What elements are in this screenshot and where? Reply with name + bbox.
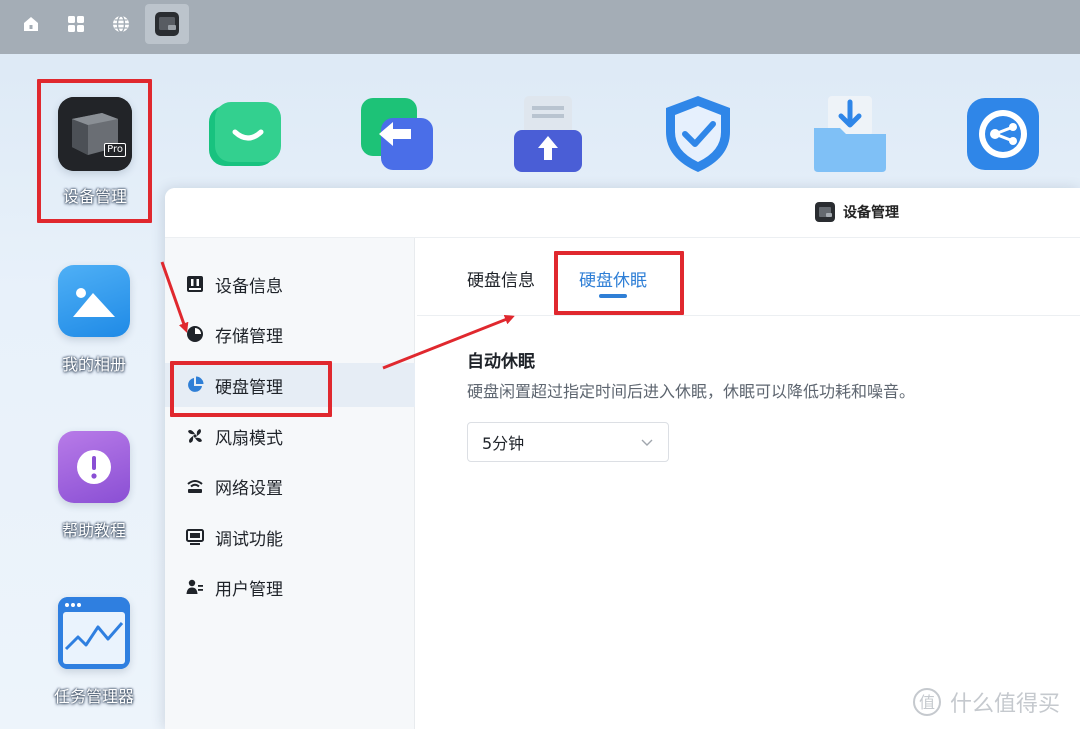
desktop-icon-label: 任务管理器 xyxy=(53,687,134,706)
taskbar xyxy=(0,0,1080,54)
sidebar-item-label: 调试功能 xyxy=(215,529,283,550)
desktop-icon-photo-album[interactable]: 我的相册 xyxy=(39,265,149,375)
users-icon xyxy=(185,577,205,597)
sidebar-item-label: 设备信息 xyxy=(215,276,283,297)
line-chart-icon xyxy=(58,597,130,669)
chat-app-tile[interactable] xyxy=(205,94,285,174)
window-title: 设备管理 xyxy=(843,205,899,221)
device-manager-icon xyxy=(155,12,179,36)
globe-icon xyxy=(113,15,129,33)
grid-icon xyxy=(68,16,84,32)
chat-smile-icon xyxy=(209,102,281,166)
home-icon xyxy=(24,17,38,31)
sidebar-item-network[interactable]: 网络设置 xyxy=(165,464,415,508)
fan-icon xyxy=(185,426,205,446)
link-share-icon xyxy=(967,98,1039,170)
sidebar-item-fan[interactable]: 风扇模式 xyxy=(165,414,415,458)
sidebar-item-label: 用户管理 xyxy=(215,579,283,600)
help-tile xyxy=(58,431,130,503)
home-taskbar-button[interactable] xyxy=(9,4,53,44)
desktop-icon-label: 帮助教程 xyxy=(61,521,126,540)
link-app-tile[interactable] xyxy=(963,94,1043,174)
upload-app-tile[interactable] xyxy=(508,94,588,174)
sidebar-item-debug[interactable]: 调试功能 xyxy=(165,515,415,559)
apps-taskbar-button[interactable] xyxy=(54,4,98,44)
watermark-logo-icon: 值 xyxy=(913,688,941,716)
desktop-icon-label: 我的相册 xyxy=(61,355,126,374)
chevron-down-icon xyxy=(641,439,653,446)
highlight-device-manager-icon xyxy=(37,79,152,223)
device-info-icon xyxy=(185,274,205,294)
window-title-group: 设备管理 xyxy=(815,202,899,222)
main-content: 硬盘信息 硬盘休眠 自动休眠 硬盘闲置超过指定时间后进入休眠，休眠可以降低功耗和… xyxy=(417,238,1080,729)
tab-bar: 硬盘信息 硬盘休眠 xyxy=(417,238,1080,316)
auto-sleep-description: 硬盘闲置超过指定时间后进入休眠，休眠可以降低功耗和噪音。 xyxy=(467,382,916,401)
monitor-icon xyxy=(185,527,205,547)
desktop-icon-task-manager[interactable]: 任务管理器 xyxy=(39,597,149,707)
transfer-app-tile[interactable] xyxy=(355,94,435,174)
highlight-disk-management xyxy=(170,361,332,417)
desktop-icon-help[interactable]: 帮助教程 xyxy=(39,431,149,541)
device-manager-taskbar-button[interactable] xyxy=(145,4,189,44)
svg-text:值: 值 xyxy=(919,693,935,712)
window-titlebar[interactable]: 设备管理 xyxy=(165,188,1080,238)
sleep-time-select[interactable]: 5分钟 xyxy=(467,422,669,462)
back-transfer-icon xyxy=(361,98,433,170)
sidebar: 设备信息 存储管理 硬盘管理 风扇模式 网络设置 调试功能 用户管理 xyxy=(165,238,415,729)
download-folder-icon xyxy=(814,96,886,172)
watermark: 值 什么值得买 xyxy=(912,686,1060,718)
security-app-tile[interactable] xyxy=(658,94,738,174)
alert-circle-icon xyxy=(77,450,111,484)
network-taskbar-button[interactable] xyxy=(99,4,143,44)
task-manager-tile xyxy=(58,597,130,669)
sleep-time-value: 5分钟 xyxy=(482,434,525,453)
highlight-disk-sleep-tab xyxy=(554,251,684,315)
photo-album-tile xyxy=(58,265,130,337)
sidebar-item-label: 存储管理 xyxy=(215,326,283,347)
sidebar-item-label: 网络设置 xyxy=(215,478,283,499)
mountain-photo-icon xyxy=(73,288,115,317)
router-icon xyxy=(185,476,205,496)
upload-tray-icon xyxy=(514,96,582,172)
watermark-text: 什么值得买 xyxy=(950,692,1061,717)
sidebar-item-label: 风扇模式 xyxy=(215,428,283,449)
shield-check-icon xyxy=(666,96,730,172)
tab-disk-info[interactable]: 硬盘信息 xyxy=(467,266,535,291)
sidebar-item-users[interactable]: 用户管理 xyxy=(165,565,415,609)
pie-chart-icon xyxy=(185,324,205,344)
device-manager-icon xyxy=(815,202,835,222)
sidebar-item-storage[interactable]: 存储管理 xyxy=(165,312,415,356)
download-app-tile[interactable] xyxy=(810,94,890,174)
auto-sleep-title: 自动休眠 xyxy=(467,352,535,372)
sidebar-item-device-info[interactable]: 设备信息 xyxy=(165,262,415,306)
